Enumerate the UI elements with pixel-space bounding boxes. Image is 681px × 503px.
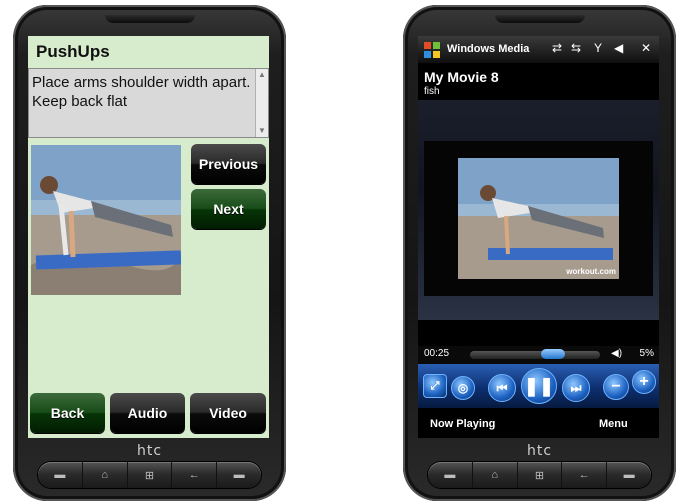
windows-media-screen: Windows Media ⇄ ⇆ Y ◀ ✕ My Movie 8 fish … [418, 36, 659, 438]
back-button[interactable]: Back [30, 393, 105, 433]
windows-start-icon[interactable] [423, 41, 441, 59]
close-icon[interactable]: ✕ [641, 41, 651, 55]
instructions-scrollbar[interactable]: ▲ ▼ [255, 69, 268, 137]
end-call-key[interactable]: ▬ [217, 462, 261, 488]
home-key[interactable]: ⌂ [473, 462, 518, 488]
windows-key[interactable]: ⊞ [128, 462, 173, 488]
back-key[interactable]: ← [172, 462, 218, 488]
movie-title: My Movie 8 [424, 69, 499, 85]
pushup-image [31, 145, 181, 295]
previous-track-icon[interactable]: ⏮ [488, 374, 516, 402]
instructions-text: Place arms shoulder width apart. Keep ba… [32, 74, 251, 110]
menu-softkey[interactable]: Menu [599, 418, 628, 430]
video-thumbnail: workout.com [458, 158, 619, 279]
volume-icon[interactable]: ◀ [614, 41, 623, 55]
earpiece [494, 15, 585, 23]
device-brand: htc [527, 443, 553, 459]
end-call-key[interactable]: ▬ [607, 462, 651, 488]
app-name: Windows Media [447, 43, 530, 55]
volume-up-icon[interactable]: + [632, 370, 656, 394]
video-watermark: workout.com [566, 267, 616, 276]
scroll-down-icon[interactable]: ▼ [256, 125, 268, 137]
call-key[interactable]: ▬ [38, 462, 83, 488]
video-button[interactable]: Video [190, 393, 266, 433]
softkey-bar: Now Playing Menu [418, 414, 659, 438]
volume-level: 5% [639, 348, 654, 359]
home-key[interactable]: ⌂ [83, 462, 128, 488]
pause-icon[interactable]: ❚❚ [521, 368, 557, 404]
windows-key[interactable]: ⊞ [518, 462, 563, 488]
seek-bar[interactable] [470, 351, 600, 359]
video-area[interactable]: workout.com [418, 100, 659, 320]
data-connection-icon[interactable]: ⇄ [552, 41, 562, 55]
signal-icon[interactable]: Y [594, 41, 602, 55]
next-button[interactable]: Next [191, 189, 266, 229]
hardware-keys: ▬ ⌂ ⊞ ← ▬ [428, 462, 651, 488]
elapsed-time: 00:25 [424, 348, 450, 359]
earpiece [104, 15, 195, 23]
fullscreen-icon[interactable]: ⤢ [423, 374, 447, 398]
sync-icon[interactable]: ⇆ [571, 41, 581, 55]
playback-controls: ⤢ ◎ ⏮ ❚❚ ⏭ − + [418, 364, 659, 408]
volume-down-icon[interactable]: − [603, 374, 629, 400]
globe-icon[interactable]: ◎ [451, 376, 475, 400]
title-bar: Windows Media ⇄ ⇆ Y ◀ ✕ [418, 36, 659, 63]
now-playing-softkey[interactable]: Now Playing [430, 418, 495, 430]
app-title: PushUps [36, 42, 110, 61]
next-track-icon[interactable]: ⏭ [562, 374, 590, 402]
speaker-icon: ◀) [611, 348, 623, 359]
seek-knob[interactable] [541, 349, 565, 359]
back-key[interactable]: ← [562, 462, 608, 488]
movie-subtitle: fish [424, 86, 440, 97]
audio-button[interactable]: Audio [110, 393, 185, 433]
hardware-keys: ▬ ⌂ ⊞ ← ▬ [38, 462, 261, 488]
previous-button[interactable]: Previous [191, 144, 266, 184]
seek-bar-area: 00:25 ◀) 5% [418, 346, 659, 364]
device-brand: htc [137, 443, 163, 459]
pushups-app-screen: PushUps Place arms shoulder width apart.… [28, 36, 269, 438]
video-frame[interactable]: workout.com [424, 141, 653, 296]
scroll-up-icon[interactable]: ▲ [256, 69, 268, 81]
instructions-textbox[interactable]: Place arms shoulder width apart. Keep ba… [28, 68, 269, 138]
call-key[interactable]: ▬ [428, 462, 473, 488]
